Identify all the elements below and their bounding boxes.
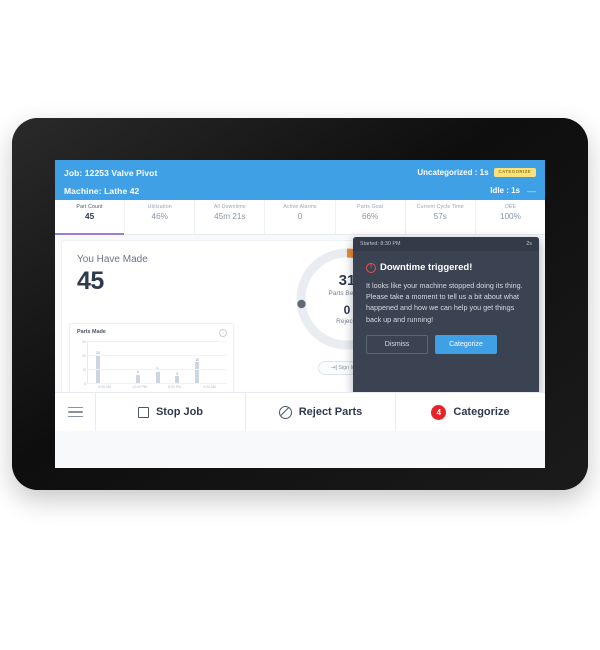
metric-parts-goal[interactable]: Parts Goal 66% <box>336 200 406 234</box>
chart-bar-slot <box>207 341 227 383</box>
modal-elapsed-label: 2s <box>526 241 532 247</box>
chart-gridline: 10 <box>82 368 227 372</box>
uncategorized-label: Uncategorized : 1s <box>417 168 489 177</box>
chart-plot-area: 20 6 8 5 15 30 20 10 0 <box>82 340 227 386</box>
chart-y-tick: 10 <box>82 368 86 372</box>
chart-bar-slot: 5 <box>167 341 187 383</box>
metric-label: OEE <box>504 204 517 210</box>
categorize-label: Categorize <box>453 406 510 418</box>
alert-circle-icon: ! <box>366 262 376 273</box>
metric-value: 45 <box>85 212 95 221</box>
chart-bar-slot <box>108 341 128 383</box>
job-label: Job: 12253 Valve Pivot <box>64 167 158 178</box>
metric-value: 66% <box>361 212 379 221</box>
chart-bar-slot: 15 <box>187 341 207 383</box>
reject-parts-label: Reject Parts <box>298 406 363 418</box>
metric-all-downtime[interactable]: All Downtime 45m 21s <box>195 200 266 234</box>
metric-current-cycle-time[interactable]: Current Cycle Time 57s <box>406 200 476 234</box>
metric-value: 57s <box>433 212 447 221</box>
ban-icon <box>278 405 292 419</box>
metric-label: Parts Goal <box>357 204 384 210</box>
modal-actions: Dismiss Categorize <box>366 334 526 354</box>
chart-gridline: 0 <box>84 382 227 386</box>
chart-x-axis: 4:00 AM 12:00 PM 8:00 PM 4:00 AM <box>87 385 227 389</box>
chart-bar-slot: 20 <box>88 341 108 383</box>
chart-x-tick: 8:00 PM <box>168 385 181 389</box>
modal-body: ! Downtime triggered! It looks like your… <box>353 251 539 354</box>
chart-bar-slot: 8 <box>148 341 168 383</box>
metric-value: 45m 21s <box>214 212 246 221</box>
bottom-action-bar: Stop Job Reject Parts 4 Categorize <box>55 392 545 431</box>
modal-title: Downtime triggered! <box>380 262 473 273</box>
modal-started-label: Started: 8:30 PM <box>360 241 401 247</box>
tablet-device: Job: 12253 Valve Pivot Uncategorized : 1… <box>12 118 588 490</box>
modal-titlebar: Started: 8:30 PM 2s <box>353 237 539 251</box>
categorize-chip[interactable]: CATEGORIZE <box>493 167 536 178</box>
chart-x-tick: 12:00 PM <box>132 385 147 389</box>
you-have-made-value: 45 <box>77 267 104 295</box>
sign-in-icon: ⇥] <box>331 365 337 371</box>
tablet-screen: Job: 12253 Valve Pivot Uncategorized : 1… <box>55 160 545 468</box>
chart-bar: 15 <box>195 358 200 383</box>
chart-y-tick: 20 <box>82 354 86 358</box>
chart-x-tick: 4:00 AM <box>203 385 216 389</box>
you-have-made-label: You Have Made <box>77 254 148 265</box>
chart-y-tick: 30 <box>82 340 86 344</box>
idle-group: Idle : 1s — <box>490 186 536 196</box>
categorize-count-badge: 4 <box>431 404 447 420</box>
metric-part-count[interactable]: Part Count 45 <box>55 200 126 235</box>
metric-value: 100% <box>499 212 521 221</box>
metric-value: 46% <box>151 212 168 221</box>
hamburger-menu-icon[interactable] <box>55 393 96 431</box>
app-header: Job: 12253 Valve Pivot Uncategorized : 1… <box>55 160 545 200</box>
chart-gridline: 20 <box>82 354 227 358</box>
metric-label: Current Cycle Time <box>416 204 464 210</box>
dismiss-button[interactable]: Dismiss <box>366 334 428 354</box>
reject-parts-button[interactable]: Reject Parts <box>246 393 396 431</box>
metric-label: Part Count <box>76 204 103 210</box>
chart-bar: 8 <box>155 367 160 383</box>
modal-categorize-button[interactable]: Categorize <box>435 334 497 354</box>
chart-bar-label: 5 <box>176 371 179 376</box>
chart-bar-label: 6 <box>136 370 139 375</box>
metric-oee[interactable]: OEE 100% <box>476 200 545 234</box>
chart-bar-label: 15 <box>195 357 200 362</box>
main-body: You Have Made 45 Parts Made i 20 6 8 5 15 30… <box>55 235 545 431</box>
info-icon[interactable]: i <box>219 329 227 337</box>
parts-made-chart-card: Parts Made i 20 6 8 5 15 30 20 10 0 4:00 AM 12:0… <box>69 323 234 399</box>
modal-title-row: ! Downtime triggered! <box>366 262 526 273</box>
modal-message: It looks like your machine stopped doing… <box>366 281 523 324</box>
square-icon <box>137 406 149 418</box>
chart-x-tick: 4:00 AM <box>98 385 111 389</box>
metric-active-alarms[interactable]: Active Alarms 0 <box>265 200 336 234</box>
chart-title: Parts Made <box>77 329 106 335</box>
chart-bar: 5 <box>175 372 180 383</box>
chart-bar: 6 <box>135 370 140 383</box>
metric-label: Utilization <box>147 204 172 210</box>
chart-gridline: 30 <box>82 340 227 344</box>
chart-bars: 20 6 8 5 15 <box>88 341 227 383</box>
chart-bar-label: 20 <box>96 350 100 355</box>
metrics-strip: Part Count 45 Utilization 46% All Downtime 45… <box>55 200 545 235</box>
downtime-modal: Started: 8:30 PM 2s ! Downtime triggered… <box>353 237 539 395</box>
uncategorized-group: Uncategorized : 1s CATEGORIZE <box>417 167 536 178</box>
stop-job-button[interactable]: Stop Job <box>96 393 246 431</box>
header-row-job: Job: 12253 Valve Pivot Uncategorized : 1… <box>64 165 536 180</box>
metric-label: All Downtime <box>213 204 246 210</box>
idle-dash-icon: — <box>527 185 536 196</box>
chart-bar-slot: 6 <box>128 341 148 383</box>
rejects-value: 0 <box>343 303 351 317</box>
stop-job-label: Stop Job <box>155 406 204 418</box>
categorize-button[interactable]: 4 Categorize <box>396 393 545 431</box>
metric-value: 0 <box>297 212 303 221</box>
chart-y-tick: 0 <box>84 382 86 386</box>
machine-label: Machine: Lathe 42 <box>64 185 140 196</box>
metric-utilization[interactable]: Utilization 46% <box>125 200 196 234</box>
header-row-machine: Machine: Lathe 42 Idle : 1s — <box>64 183 536 198</box>
metric-label: Active Alarms <box>283 204 317 210</box>
idle-label: Idle : 1s <box>490 186 520 195</box>
